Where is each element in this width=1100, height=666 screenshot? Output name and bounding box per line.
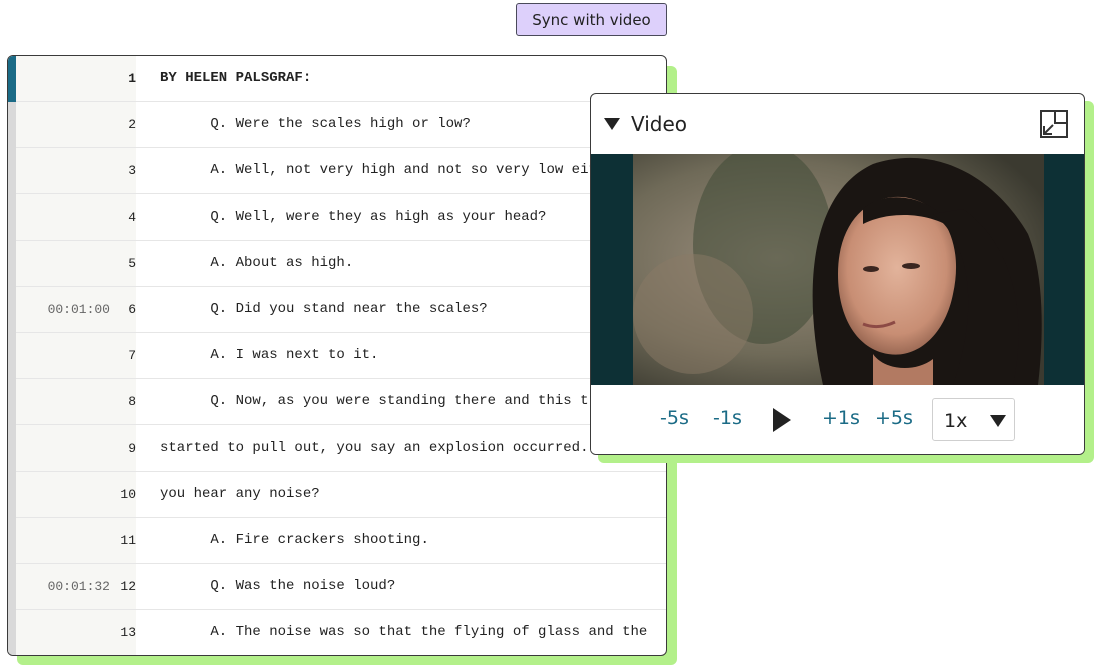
line-timestamp: 00:01:32 [47,579,110,595]
active-line-indicator [8,56,16,102]
line-text: Q. Did you stand near the scales? [160,301,488,317]
transcript-line[interactable]: 13 A. The noise was so that the flying o… [16,610,666,655]
line-text: Q. Were the scales high or low? [160,116,471,133]
transcript-line[interactable]: 1 BY HELEN PALSGRAF: [16,56,666,102]
transcript-line[interactable]: 7 A. I was next to it. [16,333,666,380]
expand-icon[interactable] [1039,109,1069,139]
rewind-5s-button[interactable]: -5s [660,407,689,429]
line-number: 4 [128,209,136,225]
transcript-line[interactable]: 10 you hear any noise? [16,472,666,518]
line-timestamp: 00:01:00 [47,302,110,317]
line-number: 11 [120,533,136,548]
line-text: Q. Now, as you were standing there and t… [160,393,597,410]
transcript-panel: 1 BY HELEN PALSGRAF: 2 Q. Were the scales … [7,55,667,656]
line-text: A. I was next to it. [160,347,379,364]
transcript-line[interactable]: 9 started to pull out, you say an explosi… [16,426,666,472]
line-text: started to pull out, you say an explosio… [160,439,589,456]
video-still-image [633,154,1044,385]
transcript-line[interactable]: 2 Q. Were the scales high or low? [16,102,666,149]
line-text: A. Fire crackers shooting. [160,532,429,548]
transcript-line[interactable]: 00:01:00 6 Q. Did you stand near the scal… [16,287,666,333]
line-number: 5 [128,255,136,271]
line-number: 12 [120,579,136,595]
line-text: Q. Was the noise loud? [160,578,396,595]
transcript-left-bar [8,56,16,655]
line-number: 9 [128,440,136,456]
line-text: Q. Well, were they as high as your head? [160,208,547,225]
transcript-line[interactable]: 11 A. Fire crackers shooting. [16,518,666,564]
line-number: 13 [120,625,136,641]
chevron-down-icon [990,415,1006,427]
line-number: 7 [128,348,136,364]
line-number: 10 [120,486,136,502]
triangle-down-icon[interactable] [604,118,620,130]
playback-speed-select[interactable]: 1x [932,398,1015,441]
video-player[interactable] [591,154,1084,385]
forward-1s-button[interactable]: +1s [822,407,860,429]
transcript-line[interactable]: 5 A. About as high. [16,241,666,287]
video-title: Video [631,112,688,136]
line-number: 1 [128,71,136,86]
line-text: BY HELEN PALSGRAF: [160,70,312,86]
transcript-line[interactable]: 8 Q. Now, as you were standing there and… [16,379,666,426]
play-icon[interactable] [773,408,791,432]
transcript-line[interactable]: 4 Q. Well, were they as high as your hea… [16,195,666,241]
video-header: Video [591,94,1084,154]
line-number: 3 [128,163,136,179]
video-controls: -5s -1s +1s +5s 1x [591,385,1084,454]
transcript-line[interactable]: 00:01:32 12 Q. Was the noise loud? [16,564,666,611]
line-text: A. Well, not very high and not so very l… [160,162,597,179]
line-text: A. The noise was so that the flying of g… [160,624,648,641]
video-panel: Video -5s -1s +1s +5s 1x [590,93,1085,455]
playback-speed-value: 1x [944,410,968,432]
line-text: A. About as high. [160,254,354,271]
rewind-1s-button[interactable]: -1s [713,407,742,429]
transcript-line[interactable]: 3 A. Well, not very high and not so very… [16,148,666,195]
line-number: 6 [128,302,136,317]
line-number: 8 [128,394,136,410]
sync-with-video-button[interactable]: Sync with video [516,3,667,36]
line-number: 2 [128,117,136,133]
line-text: you hear any noise? [160,485,320,502]
forward-5s-button[interactable]: +5s [875,407,913,429]
